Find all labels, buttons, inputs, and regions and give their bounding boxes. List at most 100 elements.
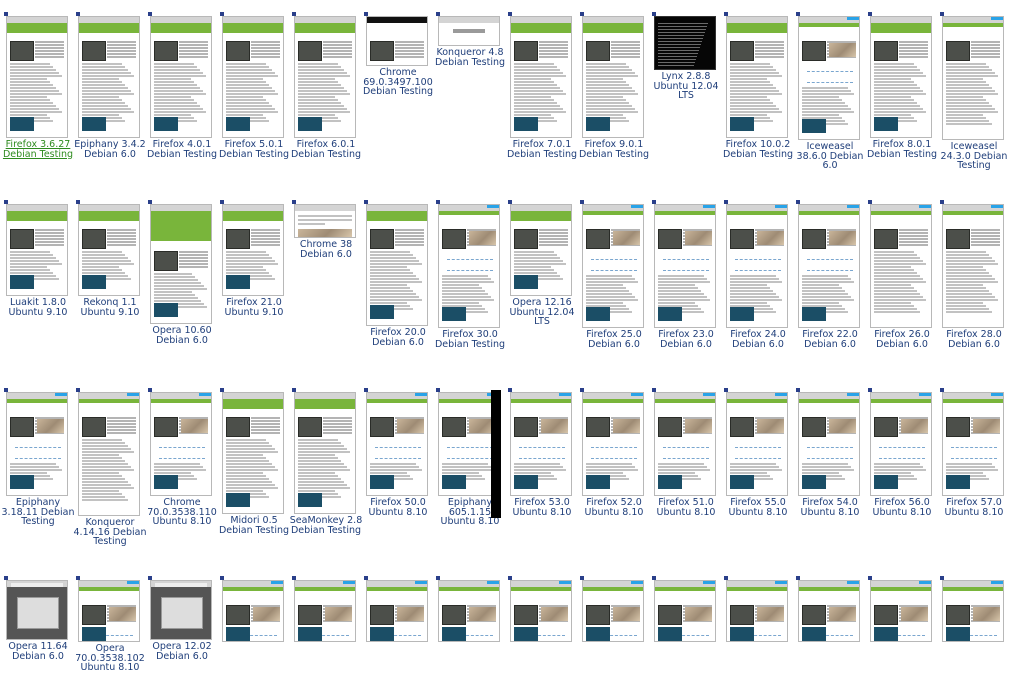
screenshot-thumbnail[interactable]	[510, 16, 572, 138]
thumbnail-caption[interactable]: Epiphany 3.18.11 Debian Testing	[0, 498, 76, 527]
screenshot-thumbnail[interactable]	[798, 392, 860, 496]
caption-line: Debian Testing	[2, 148, 74, 160]
thumbnail-caption[interactable]: Firefox 50.0 Ubuntu 8.10	[360, 498, 436, 517]
thumbnail-caption[interactable]: Firefox 53.0 Ubuntu 8.10	[504, 498, 580, 517]
screenshot-thumbnail[interactable]	[726, 16, 788, 138]
thumbnail-caption[interactable]: Firefox 28.0 Debian 6.0	[936, 330, 1012, 349]
thumbnail-caption[interactable]: SeaMonkey 2.8 Debian Testing	[288, 516, 364, 535]
screenshot-thumbnail[interactable]	[222, 580, 284, 642]
screenshot-thumbnail[interactable]	[294, 204, 356, 238]
screenshot-thumbnail[interactable]	[366, 392, 428, 496]
screenshot-thumbnail[interactable]	[78, 392, 140, 516]
thumbnail-caption[interactable]: Firefox 26.0 Debian 6.0	[864, 330, 940, 349]
thumbnail-caption[interactable]: Chrome 69.0.3497.100 Debian Testing	[360, 68, 436, 97]
screenshot-thumbnail[interactable]	[222, 204, 284, 296]
thumbnail-caption[interactable]: Midori 0.5 Debian Testing	[216, 516, 292, 535]
screenshot-thumbnail[interactable]	[870, 16, 932, 138]
screenshot-thumbnail[interactable]	[798, 16, 860, 140]
thumbnail-caption[interactable]: Firefox 22.0 Debian 6.0	[792, 330, 868, 349]
screenshot-thumbnail[interactable]	[726, 580, 788, 642]
thumbnail-caption[interactable]: Konqueror 4.14.16 Debian Testing	[72, 518, 148, 547]
screenshot-thumbnail[interactable]	[366, 16, 428, 66]
screenshot-thumbnail[interactable]	[78, 16, 140, 138]
screenshot-thumbnail[interactable]	[870, 392, 932, 496]
screenshot-thumbnail[interactable]	[510, 580, 572, 642]
thumbnail-caption[interactable]: Iceweasel 24.3.0 Debian Testing	[936, 142, 1012, 171]
screenshot-thumbnail[interactable]	[510, 204, 572, 296]
thumbnail-caption[interactable]: Firefox 55.0 Ubuntu 8.10	[720, 498, 796, 517]
thumbnail-caption[interactable]: Opera 12.02 Debian 6.0	[144, 642, 220, 661]
screenshot-thumbnail[interactable]	[942, 392, 1004, 496]
thumbnail-caption[interactable]: Firefox 30.0 Debian Testing	[432, 330, 508, 349]
screenshot-thumbnail[interactable]	[6, 204, 68, 296]
screenshot-thumbnail[interactable]	[798, 204, 860, 328]
thumbnail-caption[interactable]: Opera 70.0.3538.102 Ubuntu 8.10	[72, 644, 148, 673]
screenshot-thumbnail[interactable]	[582, 204, 644, 328]
screenshot-thumbnail[interactable]	[150, 16, 212, 138]
screenshot-thumbnail[interactable]	[6, 16, 68, 138]
screenshot-thumbnail[interactable]	[294, 392, 356, 514]
thumbnail-caption[interactable]: Firefox 25.0 Debian 6.0	[576, 330, 652, 349]
thumbnail-caption[interactable]: Luakit 1.8.0 Ubuntu 9.10	[0, 298, 76, 317]
screenshot-thumbnail[interactable]	[942, 204, 1004, 328]
screenshot-thumbnail[interactable]	[6, 580, 68, 640]
thumbnail-caption[interactable]: Epiphany 3.4.2 Debian 6.0	[72, 140, 148, 159]
screenshot-thumbnail[interactable]	[150, 392, 212, 496]
thumbnail-caption[interactable]: Iceweasel 38.6.0 Debian 6.0	[792, 142, 868, 171]
screenshot-thumbnail[interactable]	[78, 204, 140, 296]
thumbnail-caption[interactable]: Konqueror 4.8 Debian Testing	[432, 48, 508, 67]
thumbnail-caption[interactable]: Firefox 51.0 Ubuntu 8.10	[648, 498, 724, 517]
screenshot-thumbnail[interactable]	[582, 580, 644, 642]
screenshot-thumbnail[interactable]	[654, 16, 716, 70]
thumbnail-caption[interactable]: Firefox 6.0.1 Debian Testing	[288, 140, 364, 159]
thumbnail-caption[interactable]: Chrome 70.0.3538.110 Ubuntu 8.10	[144, 498, 220, 527]
thumbnail-caption[interactable]: Firefox 7.0.1 Debian Testing	[504, 140, 580, 159]
screenshot-thumbnail[interactable]	[150, 204, 212, 324]
thumbnail-caption[interactable]: Firefox 10.0.2 Debian Testing	[720, 140, 796, 159]
thumbnail-caption[interactable]: Firefox 21.0 Ubuntu 9.10	[216, 298, 292, 317]
screenshot-thumbnail[interactable]	[870, 204, 932, 328]
thumbnail-caption[interactable]: Opera 11.64 Debian 6.0	[0, 642, 76, 661]
thumbnail-caption[interactable]: Opera 10.60 Debian 6.0	[144, 326, 220, 345]
screenshot-thumbnail[interactable]	[942, 580, 1004, 642]
thumbnail-caption[interactable]: Firefox 24.0 Debian 6.0	[720, 330, 796, 349]
thumbnail-caption[interactable]: Firefox 23.0 Debian 6.0	[648, 330, 724, 349]
screenshot-thumbnail[interactable]	[726, 392, 788, 496]
screenshot-thumbnail[interactable]	[78, 580, 140, 642]
thumbnail-caption[interactable]: Lynx 2.8.8 Ubuntu 12.04 LTS	[648, 72, 724, 101]
screenshot-thumbnail[interactable]	[654, 580, 716, 642]
screenshot-thumbnail[interactable]	[222, 16, 284, 138]
screenshot-thumbnail[interactable]	[582, 392, 644, 496]
screenshot-thumbnail[interactable]	[798, 580, 860, 642]
screenshot-thumbnail[interactable]	[222, 392, 284, 514]
screenshot-thumbnail[interactable]	[942, 16, 1004, 140]
thumbnail-caption[interactable]: Firefox 3.6.27 Debian Testing	[0, 140, 76, 159]
screenshot-thumbnail[interactable]	[438, 16, 500, 46]
screenshot-thumbnail[interactable]	[366, 580, 428, 642]
thumbnail-caption[interactable]: Firefox 52.0 Ubuntu 8.10	[576, 498, 652, 517]
thumbnail-caption[interactable]: Chrome 38 Debian 6.0	[288, 240, 364, 259]
thumbnail-caption[interactable]: Firefox 54.0 Ubuntu 8.10	[792, 498, 868, 517]
thumbnail-caption[interactable]: Firefox 20.0 Debian 6.0	[360, 328, 436, 347]
thumbnail-caption[interactable]: Firefox 5.0.1 Debian Testing	[216, 140, 292, 159]
thumbnail-caption[interactable]: Rekonq 1.1 Ubuntu 9.10	[72, 298, 148, 317]
screenshot-thumbnail[interactable]	[438, 580, 500, 642]
screenshot-thumbnail[interactable]	[294, 580, 356, 642]
thumbnail-caption[interactable]: Opera 12.16 Ubuntu 12.04 LTS	[504, 298, 580, 327]
screenshot-thumbnail[interactable]	[582, 16, 644, 138]
screenshot-thumbnail[interactable]	[726, 204, 788, 328]
screenshot-thumbnail[interactable]	[654, 204, 716, 328]
screenshot-thumbnail[interactable]	[6, 392, 68, 496]
screenshot-thumbnail[interactable]	[294, 16, 356, 138]
thumbnail-caption[interactable]: Firefox 8.0.1 Debian Testing	[864, 140, 940, 159]
screenshot-thumbnail[interactable]	[510, 392, 572, 496]
screenshot-thumbnail[interactable]	[438, 204, 500, 328]
thumbnail-caption[interactable]: Firefox 56.0 Ubuntu 8.10	[864, 498, 940, 517]
thumbnail-caption[interactable]: Firefox 4.0.1 Debian Testing	[144, 140, 220, 159]
thumbnail-caption[interactable]: Firefox 9.0.1 Debian Testing	[576, 140, 652, 159]
screenshot-thumbnail[interactable]	[870, 580, 932, 642]
screenshot-thumbnail[interactable]	[654, 392, 716, 496]
thumbnail-caption[interactable]: Firefox 57.0 Ubuntu 8.10	[936, 498, 1012, 517]
screenshot-thumbnail[interactable]	[150, 580, 212, 640]
screenshot-thumbnail[interactable]	[366, 204, 428, 326]
